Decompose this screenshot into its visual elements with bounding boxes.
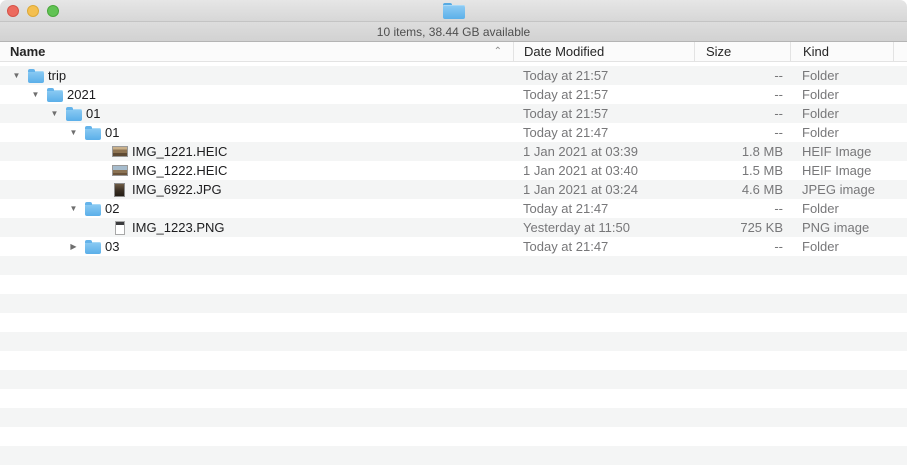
name-cell: IMG_6922.JPG bbox=[0, 182, 513, 197]
kind-cell: Folder bbox=[790, 201, 907, 216]
column-header-kind[interactable]: Kind bbox=[790, 42, 893, 61]
photo-portrait-light-icon bbox=[115, 221, 125, 235]
size-column-label: Size bbox=[706, 44, 731, 59]
size-cell: 4.6 MB bbox=[694, 182, 790, 197]
name-cell: IMG_1222.HEIC bbox=[0, 163, 513, 178]
size-cell: 1.8 MB bbox=[694, 144, 790, 159]
folder-icon bbox=[47, 90, 63, 102]
column-header-date-modified[interactable]: Date Modified bbox=[513, 42, 694, 61]
photo-portrait-dark-icon bbox=[114, 183, 125, 197]
table-row[interactable]: ▶ 03 Today at 21:47 -- Folder bbox=[0, 237, 907, 256]
size-cell: 1.5 MB bbox=[694, 163, 790, 178]
file-name-label: 2021 bbox=[67, 87, 96, 102]
disclosure-triangle-icon[interactable]: ▼ bbox=[67, 128, 80, 137]
date-modified-cell: Today at 21:57 bbox=[513, 87, 694, 102]
date-column-label: Date Modified bbox=[524, 44, 604, 59]
kind-cell: Folder bbox=[790, 106, 907, 121]
date-modified-cell: 1 Jan 2021 at 03:24 bbox=[513, 182, 694, 197]
column-header-size[interactable]: Size bbox=[694, 42, 790, 61]
name-cell: ▼ 01 bbox=[0, 125, 513, 140]
size-cell: -- bbox=[694, 106, 790, 121]
kind-cell: Folder bbox=[790, 125, 907, 140]
file-list-view[interactable]: ▼ trip Today at 21:57 -- Folder ▼ bbox=[0, 62, 907, 470]
folder-icon bbox=[85, 204, 101, 216]
status-text: 10 items, 38.44 GB available bbox=[377, 25, 530, 39]
kind-cell: JPEG image bbox=[790, 182, 907, 197]
status-bar: 10 items, 38.44 GB available bbox=[0, 22, 907, 42]
name-cell: IMG_1223.PNG bbox=[0, 220, 513, 235]
table-row[interactable]: IMG_6922.JPG 1 Jan 2021 at 03:24 4.6 MB … bbox=[0, 180, 907, 199]
name-column-label: Name bbox=[10, 44, 45, 59]
kind-column-label: Kind bbox=[803, 44, 829, 59]
size-cell: 725 KB bbox=[694, 220, 790, 235]
disclosure-triangle-icon[interactable]: ▼ bbox=[10, 71, 23, 80]
size-cell: -- bbox=[694, 201, 790, 216]
disclosure-triangle-icon[interactable]: ▼ bbox=[67, 204, 80, 213]
table-row[interactable]: ▼ trip Today at 21:57 -- Folder bbox=[0, 66, 907, 85]
file-name-label: IMG_6922.JPG bbox=[132, 182, 222, 197]
photo-landscape-blue-icon bbox=[112, 165, 128, 176]
folder-icon bbox=[66, 109, 82, 121]
file-name-label: trip bbox=[48, 68, 66, 83]
scrollbar-gutter bbox=[893, 42, 907, 61]
table-row[interactable]: ▼ 2021 Today at 21:57 -- Folder bbox=[0, 85, 907, 104]
disclosure-triangle-icon[interactable]: ▶ bbox=[67, 242, 80, 251]
name-cell: IMG_1221.HEIC bbox=[0, 144, 513, 159]
file-name-label: 01 bbox=[86, 106, 100, 121]
file-name-label: IMG_1223.PNG bbox=[132, 220, 225, 235]
name-cell: ▼ trip bbox=[0, 68, 513, 83]
kind-cell: Folder bbox=[790, 87, 907, 102]
zoom-button[interactable] bbox=[47, 5, 59, 17]
date-modified-cell: Today at 21:57 bbox=[513, 68, 694, 83]
table-row[interactable]: ▼ 02 Today at 21:47 -- Folder bbox=[0, 199, 907, 218]
kind-cell: HEIF Image bbox=[790, 144, 907, 159]
folder-proxy-icon[interactable] bbox=[443, 3, 465, 19]
date-modified-cell: Today at 21:57 bbox=[513, 106, 694, 121]
kind-cell: Folder bbox=[790, 68, 907, 83]
close-button[interactable] bbox=[7, 5, 19, 17]
folder-icon-body bbox=[443, 5, 465, 19]
table-row[interactable]: ▼ 01 Today at 21:47 -- Folder bbox=[0, 123, 907, 142]
date-modified-cell: 1 Jan 2021 at 03:39 bbox=[513, 144, 694, 159]
kind-cell: PNG image bbox=[790, 220, 907, 235]
size-cell: -- bbox=[694, 68, 790, 83]
file-name-label: 02 bbox=[105, 201, 119, 216]
date-modified-cell: Today at 21:47 bbox=[513, 201, 694, 216]
table-row[interactable]: IMG_1221.HEIC 1 Jan 2021 at 03:39 1.8 MB… bbox=[0, 142, 907, 161]
folder-icon bbox=[28, 71, 44, 83]
title-bar[interactable] bbox=[0, 0, 907, 22]
kind-cell: HEIF Image bbox=[790, 163, 907, 178]
kind-cell: Folder bbox=[790, 239, 907, 254]
minimize-button[interactable] bbox=[27, 5, 39, 17]
name-cell: ▼ 01 bbox=[0, 106, 513, 121]
date-modified-cell: Today at 21:47 bbox=[513, 125, 694, 140]
date-modified-cell: Today at 21:47 bbox=[513, 239, 694, 254]
finder-window: 10 items, 38.44 GB available Name ⌃ Date… bbox=[0, 0, 907, 470]
folder-icon bbox=[85, 242, 101, 254]
disclosure-triangle-icon[interactable]: ▼ bbox=[48, 109, 61, 118]
size-cell: -- bbox=[694, 125, 790, 140]
name-cell: ▼ 2021 bbox=[0, 87, 513, 102]
sort-ascending-icon: ⌃ bbox=[494, 46, 502, 57]
column-header-row: Name ⌃ Date Modified Size Kind bbox=[0, 42, 907, 62]
size-cell: -- bbox=[694, 239, 790, 254]
table-row[interactable]: IMG_1222.HEIC 1 Jan 2021 at 03:40 1.5 MB… bbox=[0, 161, 907, 180]
file-name-label: 01 bbox=[105, 125, 119, 140]
folder-icon bbox=[85, 128, 101, 140]
file-list-rows[interactable]: ▼ trip Today at 21:57 -- Folder ▼ bbox=[0, 66, 907, 470]
table-row[interactable]: ▼ 01 Today at 21:57 -- Folder bbox=[0, 104, 907, 123]
disclosure-triangle-icon[interactable]: ▼ bbox=[29, 90, 42, 99]
file-name-label: IMG_1221.HEIC bbox=[132, 144, 227, 159]
date-modified-cell: 1 Jan 2021 at 03:40 bbox=[513, 163, 694, 178]
size-cell: -- bbox=[694, 87, 790, 102]
traffic-lights bbox=[7, 5, 59, 17]
name-cell: ▶ 03 bbox=[0, 239, 513, 254]
date-modified-cell: Yesterday at 11:50 bbox=[513, 220, 694, 235]
file-name-label: 03 bbox=[105, 239, 119, 254]
table-row[interactable]: IMG_1223.PNG Yesterday at 11:50 725 KB P… bbox=[0, 218, 907, 237]
column-header-name[interactable]: Name ⌃ bbox=[0, 42, 513, 61]
file-name-label: IMG_1222.HEIC bbox=[132, 163, 227, 178]
name-cell: ▼ 02 bbox=[0, 201, 513, 216]
photo-landscape-tan-icon bbox=[112, 146, 128, 157]
